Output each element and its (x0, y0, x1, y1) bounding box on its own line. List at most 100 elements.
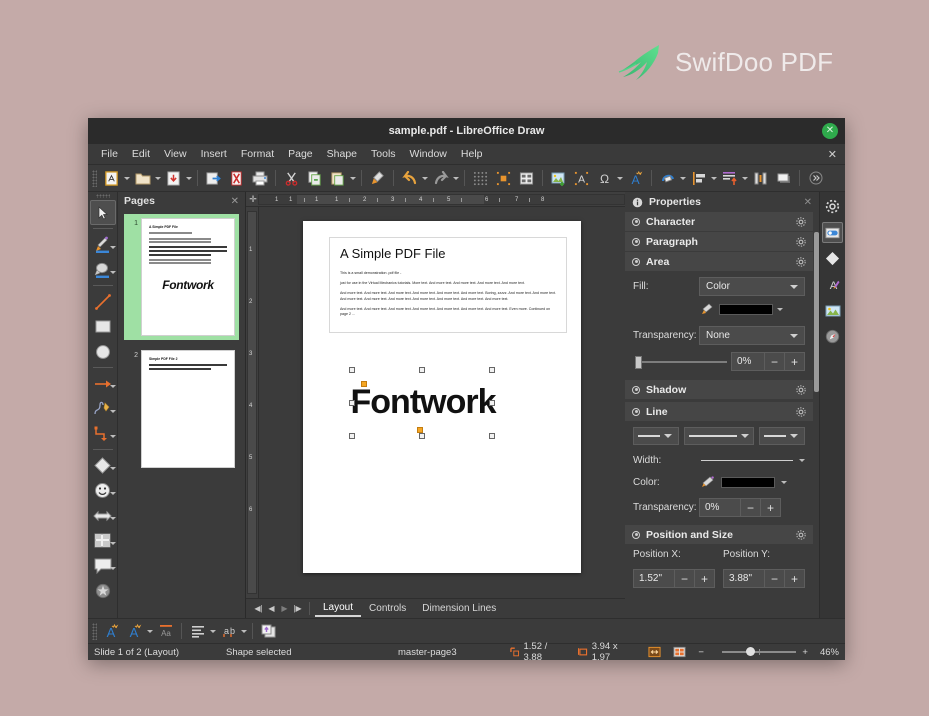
insert-text-box-icon[interactable]: A (571, 168, 592, 189)
previous-page-icon[interactable]: ◀ (265, 604, 278, 613)
drawing-canvas[interactable]: A Simple PDF File This is a small demons… (259, 207, 625, 598)
fontwork-character-spacing-dropdown-arrow[interactable] (240, 621, 248, 641)
fontwork-same-letter-heights-icon[interactable]: Aa (155, 621, 176, 642)
ruler-corner-icon[interactable]: ✛ (248, 194, 258, 205)
paste-icon[interactable] (327, 168, 348, 189)
clone-formatting-brush-icon[interactable] (367, 168, 388, 189)
curves-and-polygons-icon[interactable] (90, 396, 116, 421)
selection-handle-bottom-left[interactable] (349, 433, 355, 439)
fontwork-shape-dropdown-arrow[interactable] (146, 621, 154, 641)
ellipse-icon[interactable] (90, 339, 116, 364)
chevron-down-icon[interactable] (109, 385, 116, 388)
gear-icon[interactable] (796, 216, 806, 227)
drawing-toolbar-grip[interactable] (95, 194, 110, 198)
last-page-icon[interactable]: |▶ (291, 604, 304, 613)
gear-icon[interactable] (796, 384, 806, 395)
expand-toggle-icon[interactable] (632, 407, 640, 416)
open-folder-icon[interactable] (132, 168, 153, 189)
chevron-down-icon[interactable] (109, 492, 116, 495)
tab-controls[interactable]: Controls (361, 601, 414, 616)
distribute-selection-icon[interactable] (750, 168, 771, 189)
page-thumbnail-2[interactable]: 2 Simple PDF File 2 (124, 346, 239, 472)
line-width-preview[interactable] (701, 460, 793, 461)
transparency-percent-field[interactable]: 0% (731, 352, 765, 371)
section-paragraph[interactable]: Paragraph (625, 232, 813, 251)
rectangle-icon[interactable] (90, 314, 116, 339)
flowchart-shapes-icon[interactable] (90, 528, 116, 553)
fill-type-dropdown[interactable]: Color (699, 277, 805, 296)
expand-toggle-icon[interactable] (632, 257, 640, 266)
position-y-increase-button[interactable]: + (785, 569, 805, 588)
select-arrow-icon[interactable] (89, 200, 116, 225)
stars-and-banners-icon[interactable] (90, 578, 116, 603)
sidebar-settings-gear-icon[interactable] (822, 196, 843, 217)
view-layout-icon[interactable] (673, 646, 686, 658)
position-x-decrease-button[interactable]: − (675, 569, 695, 588)
menu-item-tools[interactable]: Tools (364, 146, 403, 162)
display-grid-icon[interactable] (470, 168, 491, 189)
gallery-panel-icon[interactable] (822, 300, 843, 321)
new-document-icon[interactable] (101, 168, 122, 189)
transformations-rotate-icon[interactable] (657, 168, 678, 189)
menu-item-window[interactable]: Window (403, 146, 454, 162)
open-dropdown-arrow[interactable] (154, 168, 162, 188)
position-x-spinner[interactable]: 1.52" − + (633, 569, 715, 588)
fontwork-text-icon[interactable]: A (625, 168, 646, 189)
chevron-down-icon[interactable] (777, 307, 783, 311)
chevron-down-icon[interactable] (109, 271, 116, 274)
position-x-increase-button[interactable]: + (695, 569, 715, 588)
section-position-and-size[interactable]: Position and Size (625, 525, 813, 544)
first-page-icon[interactable]: ◀| (252, 604, 265, 613)
fontwork-adjustment-handle[interactable] (361, 381, 367, 387)
connectors-icon[interactable] (90, 421, 116, 446)
sidebar-scrollbar[interactable] (814, 232, 819, 392)
pages-thumbnail-list[interactable]: 1 A Simple PDF File Fontwork 2 Simple PD… (118, 210, 245, 618)
expand-toggle-icon[interactable] (632, 385, 640, 394)
fill-color-bucket-icon[interactable] (701, 303, 715, 315)
transformations-dropdown-arrow[interactable] (679, 168, 687, 188)
arrange-dropdown-arrow[interactable] (741, 168, 749, 188)
toolbar-grip[interactable] (92, 169, 97, 187)
toolbar-overflow-chevron-icon[interactable] (805, 168, 826, 189)
tab-layout[interactable]: Layout (315, 600, 362, 617)
display-views-icon[interactable] (516, 168, 537, 189)
section-character[interactable]: Character (625, 212, 813, 231)
fontwork-shape-icon[interactable]: A (124, 621, 145, 642)
line-transparency-field[interactable]: 0% (699, 498, 741, 517)
menu-item-edit[interactable]: Edit (125, 146, 157, 162)
paste-dropdown-arrow[interactable] (349, 168, 357, 188)
print-icon[interactable] (249, 168, 270, 189)
new-document-dropdown-arrow[interactable] (123, 168, 131, 188)
fontwork-alignment-dropdown-arrow[interactable] (209, 621, 217, 641)
copy-icon[interactable] (304, 168, 325, 189)
transparency-increase-button[interactable]: + (785, 352, 805, 371)
position-x-field[interactable]: 1.52" (633, 569, 675, 588)
sidebar-content[interactable]: Character Paragraph Area Fill: Color Tra… (625, 212, 819, 618)
line-arrow-style-dropdown[interactable] (633, 427, 679, 445)
window-close-button[interactable]: ✕ (822, 123, 838, 139)
lines-and-arrows-icon[interactable] (90, 371, 116, 396)
fit-slide-to-window-icon[interactable] (648, 646, 661, 658)
fontwork-object[interactable]: Fontwork (349, 367, 497, 439)
export-directly-as-pdf-icon[interactable] (226, 168, 247, 189)
chevron-down-icon[interactable] (790, 333, 798, 338)
redo-dropdown-arrow[interactable] (452, 168, 460, 188)
cut-scissors-icon[interactable] (281, 168, 302, 189)
pages-panel-close-icon[interactable]: ✕ (231, 196, 239, 207)
expand-toggle-icon[interactable] (632, 530, 640, 539)
gear-icon[interactable] (796, 529, 806, 540)
fontwork-alignment-icon[interactable] (187, 621, 208, 642)
line-end-style-dropdown[interactable] (759, 427, 805, 445)
line-color-swatch[interactable] (721, 476, 775, 488)
menu-item-insert[interactable]: Insert (194, 146, 234, 162)
document-close-icon[interactable]: ✕ (828, 148, 837, 161)
chevron-down-icon[interactable] (781, 480, 787, 484)
menu-item-file[interactable]: File (94, 146, 125, 162)
block-arrows-icon[interactable] (90, 503, 116, 528)
chevron-down-icon[interactable] (109, 435, 116, 438)
position-y-spinner[interactable]: 3.88" − + (723, 569, 805, 588)
sidebar-close-icon[interactable]: ✕ (804, 197, 812, 208)
styles-panel-icon[interactable]: A (822, 274, 843, 295)
horizontal-ruler-track[interactable]: 1 1 1 1 2 3 4 5 6 7 8 (258, 193, 625, 205)
snap-to-grid-icon[interactable] (493, 168, 514, 189)
